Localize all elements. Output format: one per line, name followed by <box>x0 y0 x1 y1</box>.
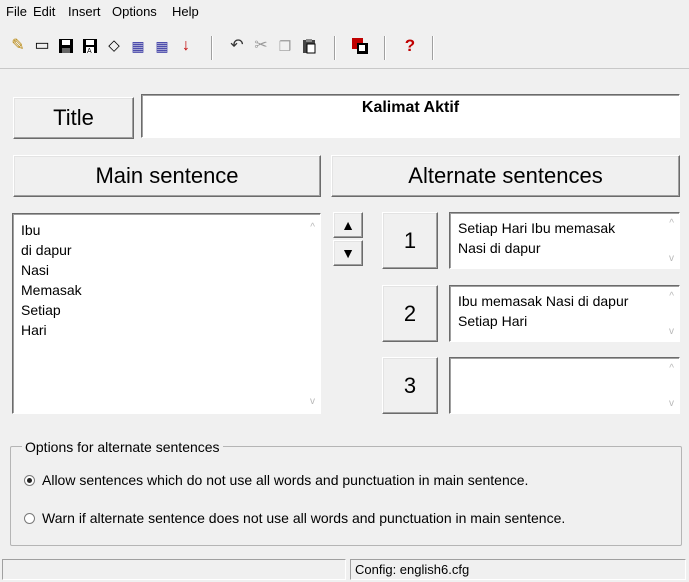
status-pane-main <box>2 559 346 580</box>
menu-bar: File Edit Insert Options Help <box>0 0 689 22</box>
title-input[interactable]: Kalimat Aktif <box>141 94 680 138</box>
menu-help[interactable]: Help <box>172 4 199 19</box>
svg-text:A: A <box>87 48 92 54</box>
undo-icon[interactable]: ↶ <box>227 36 247 56</box>
erase-icon[interactable]: ◇ <box>104 36 124 56</box>
status-bar: Config: english6.cfg <box>0 557 689 582</box>
status-config: Config: english6.cfg <box>350 559 686 580</box>
scroll-down-icon[interactable]: v <box>669 326 674 337</box>
toolbar-separator <box>334 36 335 60</box>
allow-radio[interactable] <box>24 474 35 486</box>
word-list: Ibu di dapur Nasi Memasak Setiap Hari <box>21 220 82 340</box>
triangle-down-icon: ▼ <box>341 245 355 261</box>
warn-option[interactable]: Warn if alternate sentence does not use … <box>24 510 565 526</box>
toolbar-separator <box>211 36 212 60</box>
menu-file[interactable]: File <box>6 4 27 19</box>
warn-option-label: Warn if alternate sentence does not use … <box>42 510 566 526</box>
main-sentence-label: Main sentence <box>95 163 239 188</box>
new-icon[interactable]: ✎ <box>8 36 28 56</box>
alternate-2-textarea[interactable]: Ibu memasak Nasi di dapur Setiap Hari ^ … <box>449 285 680 342</box>
toolbar-separator <box>384 36 385 60</box>
save-as-icon[interactable]: A <box>80 36 100 56</box>
alternate-3-textarea[interactable]: ^ v <box>449 357 680 414</box>
scroll-down-icon[interactable]: v <box>669 398 674 409</box>
options-group <box>10 446 682 546</box>
move-down-button[interactable]: ▼ <box>333 240 363 266</box>
alternate-number: 1 <box>403 227 417 253</box>
alternate-sentences-label: Alternate sentences <box>408 163 603 188</box>
move-up-button[interactable]: ▲ <box>333 212 363 238</box>
warn-radio[interactable] <box>24 512 35 524</box>
scroll-down-icon[interactable]: v <box>310 396 315 407</box>
alternate-text: Setiap Hari Ibu memasak Nasi di dapur <box>458 220 616 256</box>
menu-insert[interactable]: Insert <box>68 4 101 19</box>
unscramble-icon[interactable]: ▦ <box>152 36 172 56</box>
title-button[interactable]: Title <box>13 97 134 139</box>
list-item: Ibu <box>21 222 41 238</box>
title-label: Title <box>53 105 94 130</box>
allow-option[interactable]: Allow sentences which do not use all wor… <box>24 472 528 488</box>
menu-options[interactable]: Options <box>112 4 157 19</box>
scroll-up-icon[interactable]: ^ <box>669 291 674 302</box>
list-item: di dapur <box>21 242 72 258</box>
list-item: Nasi <box>21 262 50 278</box>
scroll-up-icon[interactable]: ^ <box>669 363 674 374</box>
scroll-down-icon[interactable]: v <box>669 253 674 264</box>
alternate-1-button[interactable]: 1 <box>382 212 438 269</box>
scroll-up-icon[interactable]: ^ <box>669 218 674 229</box>
list-item: Hari <box>21 322 47 338</box>
toolbar: ✎ ▭ A ◇ ▦ ▦ ↓ ↶ ✂ ❐ ? <box>0 24 689 69</box>
alternate-number: 2 <box>403 300 417 326</box>
save-icon[interactable] <box>56 36 76 56</box>
list-item: Setiap <box>21 302 61 318</box>
alternate-3-button[interactable]: 3 <box>382 357 438 414</box>
help-icon[interactable]: ? <box>400 36 420 56</box>
scroll-up-icon[interactable]: ^ <box>310 222 315 233</box>
alternate-2-button[interactable]: 2 <box>382 285 438 342</box>
copy-icon[interactable]: ❐ <box>275 36 295 56</box>
cut-icon[interactable]: ✂ <box>251 36 271 56</box>
allow-option-label: Allow sentences which do not use all wor… <box>42 472 529 488</box>
scramble-icon[interactable]: ▦ <box>128 36 148 56</box>
triangle-up-icon: ▲ <box>341 217 355 233</box>
insert-down-icon[interactable]: ↓ <box>176 36 196 56</box>
alternate-sentences-button[interactable]: Alternate sentences <box>331 155 680 197</box>
toolbar-separator <box>432 36 433 60</box>
main-sentence-textarea[interactable]: Ibu di dapur Nasi Memasak Setiap Hari ^ … <box>12 213 321 414</box>
options-legend: Options for alternate sentences <box>22 439 223 455</box>
preview-icon[interactable] <box>350 36 370 56</box>
alternate-1-textarea[interactable]: Setiap Hari Ibu memasak Nasi di dapur ^ … <box>449 212 680 269</box>
paste-icon[interactable] <box>299 36 319 56</box>
open-icon[interactable]: ▭ <box>32 36 52 56</box>
menu-edit[interactable]: Edit <box>33 4 55 19</box>
main-sentence-button[interactable]: Main sentence <box>13 155 321 197</box>
title-value: Kalimat Aktif <box>361 99 460 116</box>
alternate-number: 3 <box>403 372 417 398</box>
list-item: Memasak <box>21 282 82 298</box>
alternate-text: Ibu memasak Nasi di dapur Setiap Hari <box>458 293 629 329</box>
